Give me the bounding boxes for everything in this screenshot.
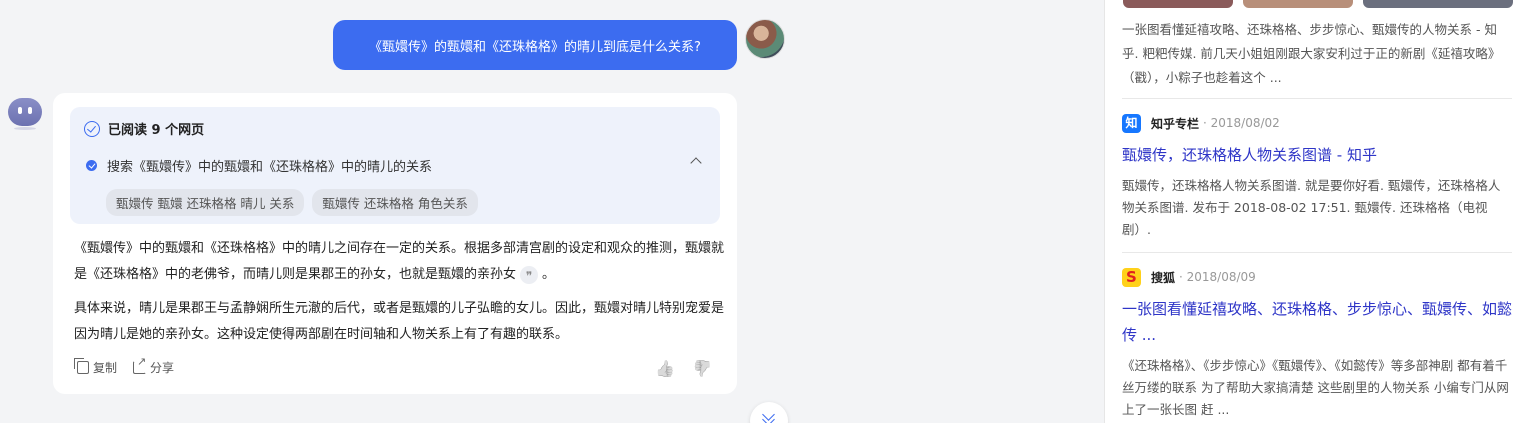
- chevron-up-icon[interactable]: [690, 157, 702, 169]
- search-tag[interactable]: 甄嬛传 甄嬛 还珠格格 晴儿 关系: [106, 189, 305, 216]
- answer-paragraph-end: 。: [542, 267, 556, 282]
- copy-button[interactable]: 复制: [74, 358, 118, 376]
- source-item: 知 知乎专栏 · 2018/08/02 甄嬛传，还珠格格人物关系图谱 - 知乎 …: [1122, 113, 1512, 241]
- answer-card: 已阅读 9 个网页 搜索《甄嬛传》中的甄嬛和《还珠格格》中的晴儿的关系 甄嬛传 …: [53, 93, 737, 394]
- read-pages-label: 已阅读 9 个网页: [108, 123, 205, 138]
- search-query-row[interactable]: 搜索《甄嬛传》中的甄嬛和《还珠格格》中的晴儿的关系: [86, 156, 432, 175]
- source-date: · 2018/08/09: [1179, 270, 1256, 284]
- share-label: 分享: [150, 361, 175, 375]
- read-pages-title[interactable]: 已阅读 9 个网页: [84, 119, 204, 138]
- citation-quote-icon[interactable]: ❞: [520, 265, 539, 284]
- source-site-name: 知乎专栏: [1151, 116, 1200, 131]
- divider: [1122, 252, 1512, 253]
- user-message: 《甄嬛传》的甄嬛和《还珠格格》的晴儿到底是什么关系?: [333, 20, 737, 70]
- source-site-name: 搜狐: [1151, 270, 1176, 285]
- answer-actions: 复制 分享: [74, 355, 175, 376]
- search-tags: 甄嬛传 甄嬛 还珠格格 晴儿 关系 甄嬛传 还珠格格 角色关系: [106, 189, 478, 216]
- sohu-icon: [1122, 267, 1141, 287]
- answer-paragraph: 《甄嬛传》中的甄嬛和《还珠格格》中的晴儿之间存在一定的关系。根据多部清宫剧的设定…: [74, 236, 724, 288]
- copy-icon: [74, 358, 89, 374]
- chat-area: 《甄嬛传》的甄嬛和《还珠格格》的晴儿到底是什么关系? 已阅读 9 个网页 搜索《…: [0, 0, 1104, 423]
- divider: [1122, 98, 1512, 99]
- share-button[interactable]: 分享: [133, 355, 175, 376]
- copy-label: 复制: [93, 361, 118, 375]
- zhihu-icon: 知: [1122, 113, 1141, 133]
- thumbnail-image[interactable]: [1123, 0, 1233, 8]
- user-avatar[interactable]: [745, 19, 785, 59]
- check-dot-icon: [86, 160, 97, 171]
- search-query-text: 搜索《甄嬛传》中的甄嬛和《还珠格格》中的晴儿的关系: [107, 160, 433, 175]
- source-item: 搜狐 · 2018/08/09 一张图看懂延禧攻略、还珠格格、步步惊心、甄嬛传、…: [1122, 267, 1512, 421]
- thumbnail-image[interactable]: [1363, 0, 1513, 8]
- search-summary: 已阅读 9 个网页 搜索《甄嬛传》中的甄嬛和《还珠格格》中的晴儿的关系 甄嬛传 …: [70, 107, 720, 224]
- thumbs-up-icon[interactable]: 👍: [655, 359, 675, 378]
- image-thumbnails: [1123, 0, 1513, 8]
- search-tag[interactable]: 甄嬛传 还珠格格 角色关系: [312, 189, 478, 216]
- bot-avatar-icon: [8, 96, 42, 130]
- source-snippet: 甄嬛传，还珠格格人物关系图谱. 就是要你好看. 甄嬛传，还珠格格人物关系图谱. …: [1122, 178, 1501, 237]
- answer-paragraph: 具体来说，晴儿是果郡王与孟静娴所生元澈的后代，或者是甄嬛的儿子弘瞻的女儿。因此，…: [74, 301, 725, 342]
- source-title-link[interactable]: 甄嬛传，还珠格格人物关系图谱 - 知乎: [1122, 142, 1512, 168]
- feedback-buttons: 👍 👍: [655, 359, 713, 378]
- source-snippet: 一张图看懂延禧攻略、还珠格格、步步惊心、甄嬛传的人物关系 - 知乎. 粑粑传媒.…: [1122, 22, 1501, 85]
- scroll-down-button[interactable]: [750, 402, 788, 423]
- thumbnail-image[interactable]: [1243, 0, 1353, 8]
- check-circle-icon: [84, 120, 100, 137]
- source-date: · 2018/08/02: [1203, 116, 1280, 130]
- answer-paragraph-text: 《甄嬛传》中的甄嬛和《还珠格格》中的晴儿之间存在一定的关系。根据多部清宫剧的设定…: [74, 241, 725, 282]
- share-icon: [133, 355, 146, 374]
- sources-panel: 一张图看懂延禧攻略、还珠格格、步步惊心、甄嬛传的人物关系 - 知乎. 粑粑传媒.…: [1104, 0, 1536, 423]
- source-title-link[interactable]: 一张图看懂延禧攻略、还珠格格、步步惊心、甄嬛传、如懿传 ...: [1122, 296, 1512, 348]
- source-snippet: 《还珠格格》、《步步惊心》《甄嬛传》、《如懿传》等多部神剧 都有着千丝万缕的联系…: [1122, 358, 1509, 417]
- thumbs-down-icon[interactable]: 👍: [693, 359, 713, 378]
